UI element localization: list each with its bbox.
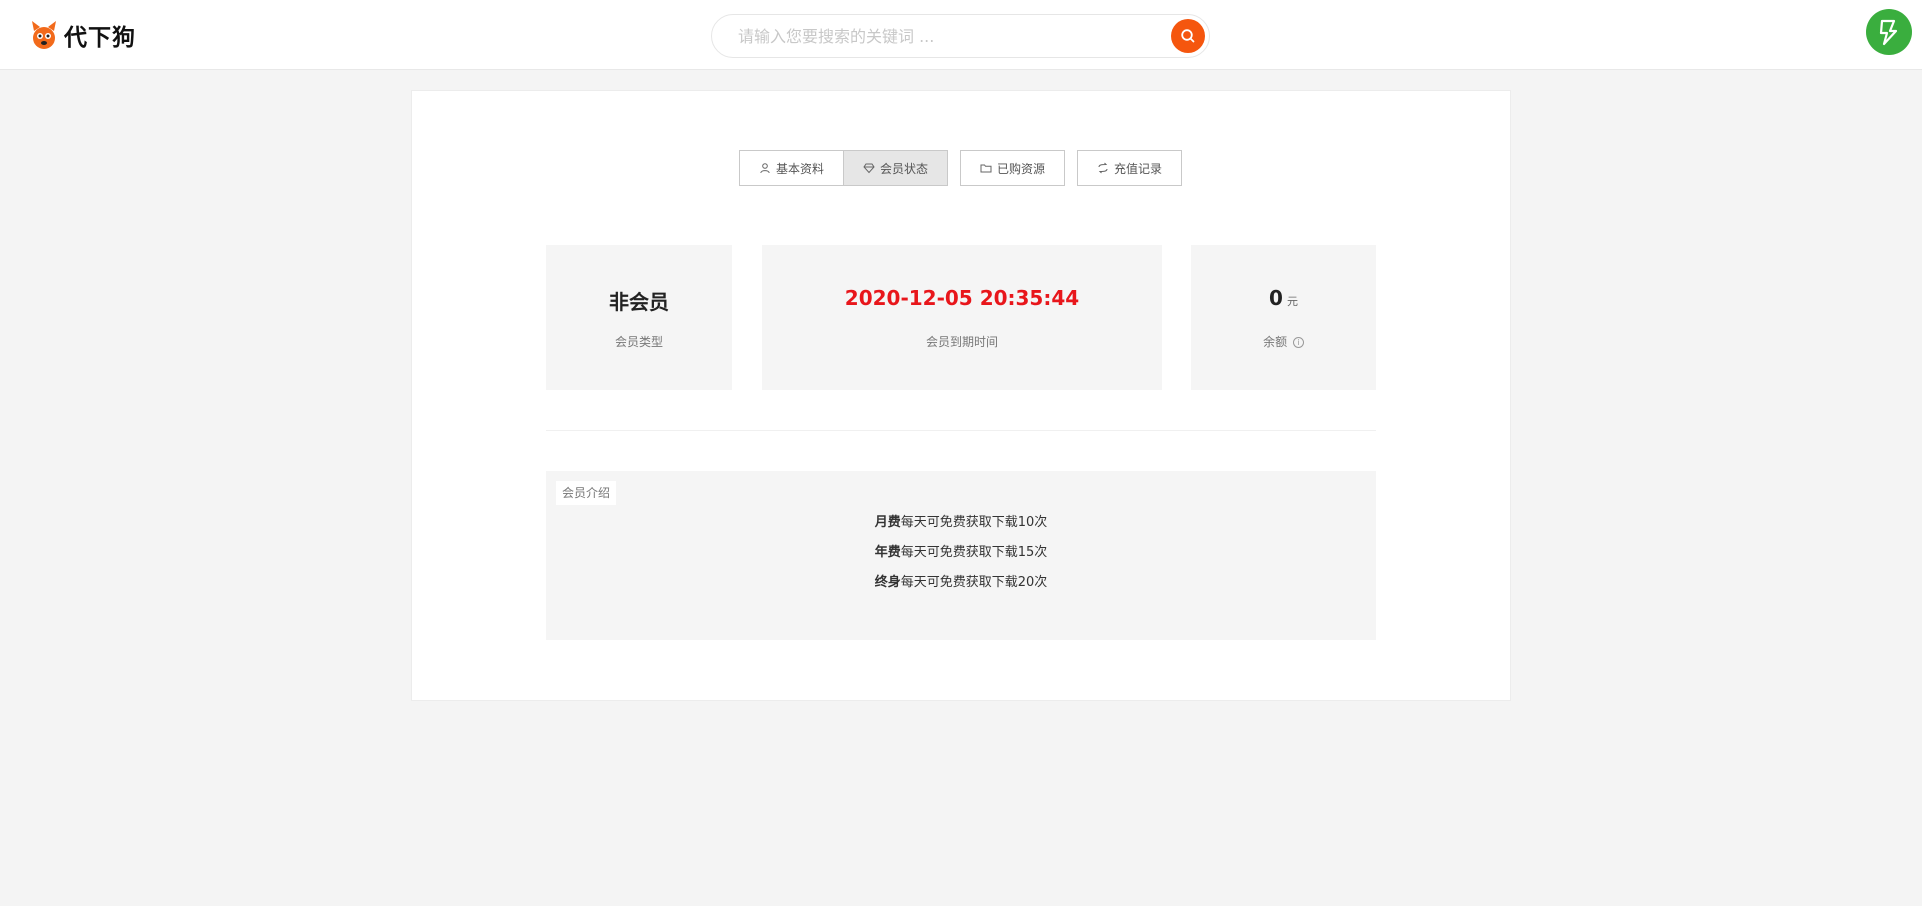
balance-unit: 元 (1286, 295, 1298, 308)
balance-value: 0 (1269, 286, 1283, 310)
search-icon (1181, 29, 1195, 43)
intro-line-monthly: 月费每天可免费获取下载10次 (546, 511, 1376, 530)
balance-box: 0元 余额 i (1191, 245, 1376, 390)
search-bar (711, 14, 1210, 58)
plan-desc: 每天可免费获取下载15次 (900, 545, 1048, 560)
avatar-icon (1879, 19, 1898, 46)
member-card: 基本资料 会员状态 已购资源 充值记录 非会员 会员类型 2020-12-05 … (411, 90, 1511, 701)
tab-label: 基本资料 (775, 161, 824, 176)
section-divider (546, 430, 1376, 431)
plan-desc: 每天可免费获取下载10次 (900, 515, 1048, 530)
user-avatar[interactable] (1866, 9, 1912, 55)
search-button[interactable] (1171, 19, 1205, 53)
search-input[interactable] (738, 26, 1138, 46)
tab-label: 已购资源 (996, 161, 1045, 176)
tab-recharge-records[interactable]: 充值记录 (1077, 150, 1182, 186)
user-icon (760, 163, 770, 174)
top-header: 代下狗 (0, 0, 1922, 70)
tab-member-status[interactable]: 会员状态 (843, 150, 948, 186)
plan-name: 月费 (874, 515, 901, 530)
tab-label: 充值记录 (1113, 161, 1162, 176)
dog-logo-icon (32, 21, 56, 49)
expiry-value: 2020-12-05 20:35:44 (844, 286, 1080, 310)
tab-label: 会员状态 (879, 161, 928, 176)
logo-text: 代下狗 (64, 25, 136, 51)
plan-name: 年费 (874, 545, 901, 560)
member-type-label: 会员类型 (614, 335, 663, 349)
refresh-icon (1098, 162, 1108, 174)
balance-value-row: 0元 (1191, 286, 1376, 310)
tab-basic-info[interactable]: 基本资料 (739, 150, 844, 186)
member-intro-box: 会员介绍 月费每天可免费获取下载10次 年费每天可免费获取下载15次 终身每天可… (546, 471, 1376, 640)
expiry-label: 会员到期时间 (925, 335, 998, 349)
folder-icon (980, 164, 992, 173)
plan-name: 终身 (874, 575, 901, 590)
intro-line-lifetime: 终身每天可免费获取下载20次 (546, 571, 1376, 590)
account-tabs: 基本资料 会员状态 已购资源 充值记录 (739, 150, 1182, 186)
member-type-value: 非会员 (609, 290, 669, 314)
info-icon[interactable]: i (1292, 337, 1304, 348)
diamond-icon (863, 163, 875, 174)
plan-desc: 每天可免费获取下载20次 (900, 575, 1048, 590)
member-type-box: 非会员 会员类型 (546, 245, 732, 390)
tab-purchased-resources[interactable]: 已购资源 (960, 150, 1065, 186)
balance-label: 余额 (1263, 335, 1288, 349)
site-logo[interactable]: 代下狗 (30, 16, 136, 54)
intro-line-yearly: 年费每天可免费获取下载15次 (546, 541, 1376, 560)
balance-label-row: 余额 i (1191, 333, 1376, 350)
expiry-box: 2020-12-05 20:35:44 会员到期时间 (762, 245, 1162, 390)
intro-tag: 会员介绍 (556, 481, 617, 505)
